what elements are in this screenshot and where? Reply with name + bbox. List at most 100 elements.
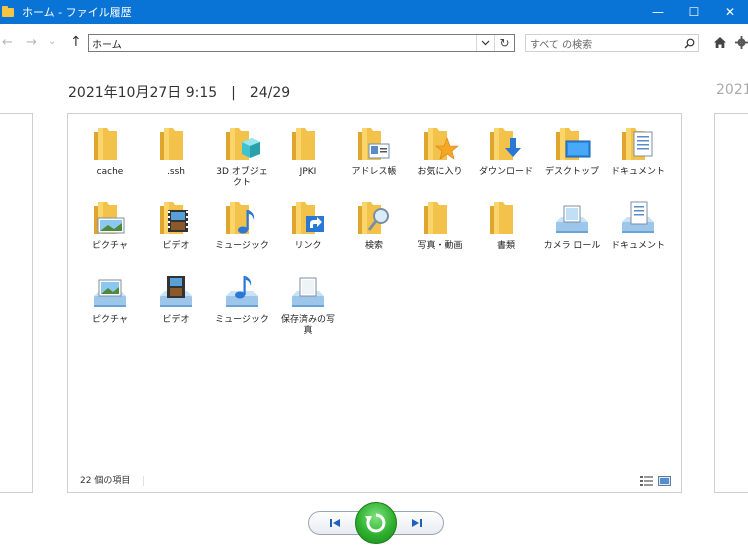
skip-next-icon xyxy=(412,519,422,527)
folder-icon xyxy=(424,202,447,234)
file-item-label: ミュージック xyxy=(215,241,269,251)
title-bar: ホーム - ファイル履歴 — ☐ ✕ xyxy=(0,0,748,24)
file-item-label: ピクチャ xyxy=(92,315,128,325)
forward-button[interactable]: → xyxy=(26,35,37,50)
camera-roll-library-icon xyxy=(556,205,588,233)
file-item[interactable]: 書類 xyxy=(476,198,536,268)
file-history-app-icon xyxy=(2,6,16,18)
address-bar[interactable]: ホーム ↻ xyxy=(88,34,515,52)
file-item[interactable]: 検索 xyxy=(344,198,404,268)
file-item-label: ミュージック xyxy=(215,315,269,325)
refresh-button[interactable]: ↻ xyxy=(494,35,514,51)
file-item[interactable]: デスクトップ xyxy=(542,124,602,194)
file-item[interactable]: JPKI xyxy=(278,124,338,194)
gear-icon[interactable] xyxy=(735,36,748,49)
minimize-button[interactable]: — xyxy=(640,0,676,24)
file-item[interactable]: ミュージック xyxy=(212,198,272,268)
folder-icon xyxy=(490,202,513,234)
restore-button[interactable] xyxy=(355,502,397,544)
status-divider xyxy=(143,476,144,486)
links-folder-icon xyxy=(292,202,324,234)
file-item-label: カメラ ロール xyxy=(543,241,601,251)
file-item[interactable]: ダウンロード xyxy=(476,124,536,194)
file-item[interactable]: アドレス帳 xyxy=(344,124,404,194)
next-snapshot-panel[interactable] xyxy=(714,113,748,493)
previous-version-button[interactable] xyxy=(320,513,350,533)
file-item[interactable]: カメラ ロール xyxy=(542,198,602,268)
next-snapshot-date-label: 2021 xyxy=(716,82,748,98)
pictures-folder-icon xyxy=(94,202,125,234)
file-item-label: アドレス帳 xyxy=(351,167,397,177)
file-item[interactable]: 写真・動画 xyxy=(410,198,470,268)
file-item[interactable]: ビデオ xyxy=(146,198,206,268)
recent-locations-button[interactable]: ⌄ xyxy=(48,36,56,47)
file-item[interactable]: ドキュメント xyxy=(608,198,668,268)
previous-snapshot-panel[interactable] xyxy=(0,113,33,493)
file-item[interactable]: リンク xyxy=(278,198,338,268)
search-input[interactable]: すべて の検索 xyxy=(526,36,680,51)
file-item-label: .ssh xyxy=(167,167,185,177)
window-controls: — ☐ ✕ xyxy=(640,0,748,24)
search-icon xyxy=(684,38,694,48)
file-item-label: 検索 xyxy=(364,241,383,251)
saved-pictures-library-icon xyxy=(292,277,324,307)
chevron-down-icon xyxy=(481,40,490,46)
file-item-label: 3D オブジェクト xyxy=(216,167,268,188)
file-item[interactable]: お気に入り xyxy=(410,124,470,194)
file-item-label: ドキュメント xyxy=(610,167,665,177)
file-item-label: リンク xyxy=(294,241,322,251)
restore-arrow-icon xyxy=(365,513,386,533)
file-item-label: ダウンロード xyxy=(478,167,533,177)
documents-library-icon xyxy=(622,201,654,233)
navigation-bar: ← → ⌄ ↑ ホーム ↻ すべて の検索 xyxy=(0,29,748,57)
next-version-button[interactable] xyxy=(402,513,432,533)
file-item[interactable]: ピクチャ xyxy=(80,198,140,268)
file-item[interactable]: ドキュメント xyxy=(608,124,668,194)
file-item-label: お気に入り xyxy=(417,167,463,177)
maximize-button[interactable]: ☐ xyxy=(676,0,712,24)
item-count-status: 22 個の項目 xyxy=(80,476,131,486)
file-item[interactable]: 保存済みの写真 xyxy=(278,272,338,342)
videos-library-icon xyxy=(160,276,192,307)
file-item-label: ビデオ xyxy=(162,315,190,325)
home-icon[interactable] xyxy=(713,36,727,49)
address-dropdown-button[interactable] xyxy=(476,35,494,51)
playback-controls xyxy=(308,502,444,544)
file-item-label: 写真・動画 xyxy=(417,241,463,251)
up-button[interactable]: ↑ xyxy=(70,34,82,50)
file-item[interactable]: cache xyxy=(80,124,140,194)
file-item-label: cache xyxy=(96,167,124,177)
close-button[interactable]: ✕ xyxy=(712,0,748,24)
contacts-folder-icon xyxy=(358,128,390,160)
large-icons-view-icon[interactable] xyxy=(658,476,671,486)
file-item-label: ビデオ xyxy=(162,241,190,251)
skip-previous-icon xyxy=(330,519,340,527)
music-folder-icon xyxy=(226,202,255,234)
downloads-folder-icon xyxy=(490,128,521,160)
window-title: ホーム - ファイル履歴 xyxy=(22,6,132,19)
file-item-label: デスクトップ xyxy=(544,167,599,177)
3d-objects-folder-icon xyxy=(226,128,260,160)
folder-icon xyxy=(292,128,315,160)
favorites-folder-icon xyxy=(424,128,459,160)
videos-folder-icon xyxy=(160,202,188,234)
desktop-folder-icon xyxy=(556,128,591,160)
file-item[interactable]: 3D オブジェクト xyxy=(212,124,272,194)
folder-icon xyxy=(160,128,183,160)
searches-folder-icon xyxy=(358,202,389,234)
file-item[interactable]: .ssh xyxy=(146,124,206,194)
file-item-label: 保存済みの写真 xyxy=(280,315,335,336)
file-item[interactable]: ピクチャ xyxy=(80,272,140,342)
file-item[interactable]: ミュージック xyxy=(212,272,272,342)
search-box[interactable]: すべて の検索 xyxy=(525,34,699,52)
file-item-label: 書類 xyxy=(496,241,515,251)
search-button[interactable] xyxy=(680,38,698,49)
snapshot-date-label: 2021年10月27日 9:15 | 24/29 xyxy=(68,85,291,101)
folder-icon xyxy=(94,128,117,160)
details-view-icon[interactable] xyxy=(640,476,653,486)
address-path[interactable]: ホーム xyxy=(89,36,476,51)
file-item[interactable]: ビデオ xyxy=(146,272,206,342)
back-button[interactable]: ← xyxy=(2,35,13,50)
documents-folder-icon xyxy=(622,128,653,160)
file-list-panel: cache .ssh 3D オブジェクト JPKI アドレス帳 お気に入り ダウ… xyxy=(67,113,682,493)
